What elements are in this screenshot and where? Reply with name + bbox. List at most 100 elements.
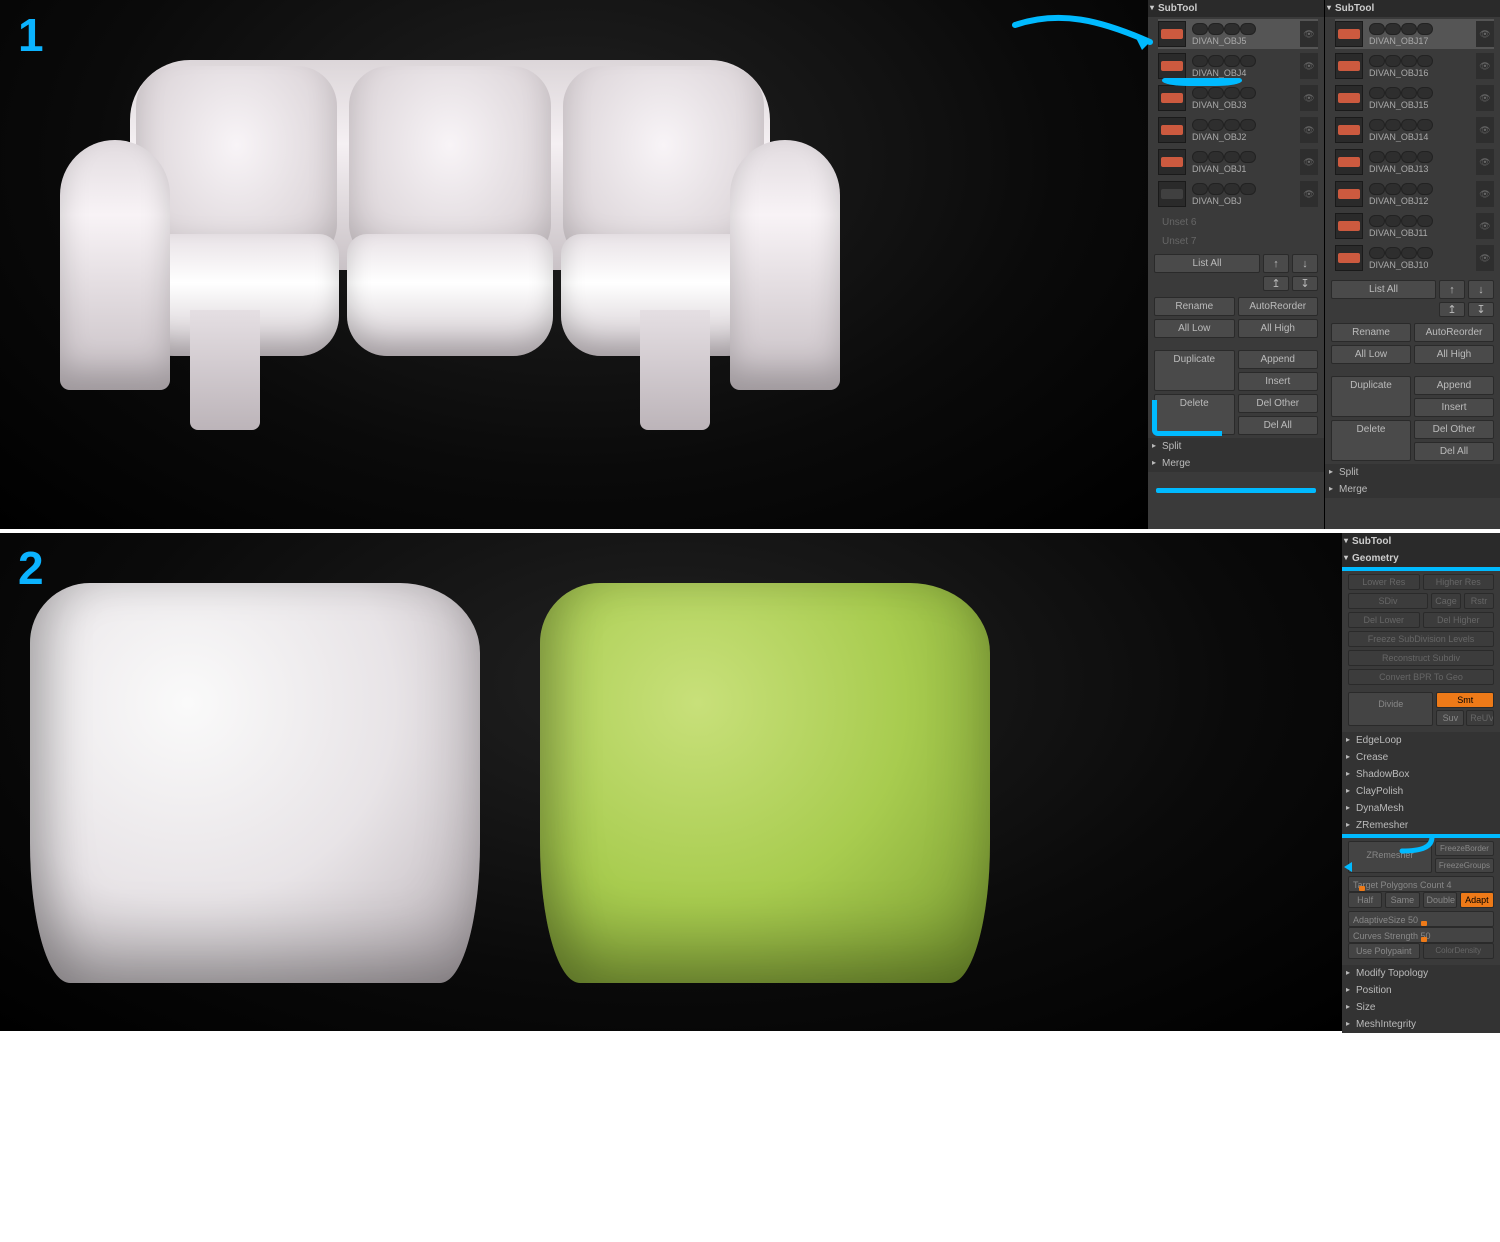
freeze-border-button[interactable]: FreezeBorder <box>1435 841 1494 856</box>
move-down-button-2[interactable]: ↓ <box>1468 280 1494 299</box>
convert-bpr-button[interactable]: Convert BPR To Geo <box>1348 669 1494 685</box>
visibility-toggle-icon[interactable] <box>1476 85 1494 111</box>
subtool-flag-icon[interactable] <box>1385 55 1401 67</box>
sdiv-slider[interactable]: SDiv <box>1348 593 1428 609</box>
rename-button-2[interactable]: Rename <box>1331 323 1411 342</box>
subtool-flag-icon[interactable] <box>1385 247 1401 259</box>
subtool-flag-icon[interactable] <box>1401 23 1417 35</box>
half-button[interactable]: Half <box>1348 892 1382 908</box>
same-button[interactable]: Same <box>1385 892 1419 908</box>
subtool-flag-icon[interactable] <box>1417 151 1433 163</box>
visibility-toggle-icon[interactable] <box>1300 149 1318 175</box>
del-all-button[interactable]: Del All <box>1238 416 1319 435</box>
subtool-flag-icon[interactable] <box>1192 23 1208 35</box>
del-higher-button[interactable]: Del Higher <box>1423 612 1495 628</box>
duplicate-button[interactable]: Duplicate <box>1154 350 1235 391</box>
subtool-flag-icon[interactable] <box>1385 215 1401 227</box>
subtool-flag-icon[interactable] <box>1401 247 1417 259</box>
del-other-button[interactable]: Del Other <box>1238 394 1319 413</box>
subtool-flag-icon[interactable] <box>1208 23 1224 35</box>
use-polypaint-button[interactable]: Use Polypaint <box>1348 943 1420 959</box>
subtool-flag-icon[interactable] <box>1417 183 1433 195</box>
visibility-toggle-icon[interactable] <box>1300 53 1318 79</box>
subtool-flag-icon[interactable] <box>1401 55 1417 67</box>
subtool-flag-icon[interactable] <box>1401 87 1417 99</box>
subtool-flag-icon[interactable] <box>1192 183 1208 195</box>
freeze-groups-button[interactable]: FreezeGroups <box>1435 858 1494 873</box>
curves-strength-slider[interactable]: Curves Strength 50 <box>1348 927 1494 943</box>
divide-button[interactable]: Divide <box>1348 692 1433 726</box>
subtool-flag-icon[interactable] <box>1208 151 1224 163</box>
split-section[interactable]: Split <box>1148 438 1324 455</box>
visibility-toggle-icon[interactable] <box>1300 85 1318 111</box>
merge-section[interactable]: Merge <box>1148 455 1324 472</box>
claypolish-section[interactable]: ClayPolish <box>1342 783 1500 800</box>
double-button[interactable]: Double <box>1423 892 1457 908</box>
subtool-flag-icon[interactable] <box>1417 247 1433 259</box>
subtool-flag-icon[interactable] <box>1417 87 1433 99</box>
subtool-flag-icon[interactable] <box>1208 183 1224 195</box>
subtool-list-2[interactable]: DIVAN_OBJ17DIVAN_OBJ16DIVAN_OBJ15DIVAN_O… <box>1325 17 1500 277</box>
subtool-flag-icon[interactable] <box>1240 87 1256 99</box>
move-down-button[interactable]: ↓ <box>1292 254 1318 273</box>
color-density-button[interactable]: ColorDensity <box>1423 943 1495 959</box>
move-down-all-button-2[interactable]: ↧ <box>1468 302 1494 317</box>
del-other-button-2[interactable]: Del Other <box>1414 420 1494 439</box>
crease-section[interactable]: Crease <box>1342 749 1500 766</box>
subtool-flag-icon[interactable] <box>1369 183 1385 195</box>
subtool-flag-icon[interactable] <box>1401 151 1417 163</box>
subtool-flag-icon[interactable] <box>1208 87 1224 99</box>
subtool-flag-icon[interactable] <box>1385 23 1401 35</box>
subtool-flag-icon[interactable] <box>1224 119 1240 131</box>
zremesher-section[interactable]: ZRemesher <box>1342 817 1500 838</box>
split-section-2[interactable]: Split <box>1325 464 1500 481</box>
modify-topology-section[interactable]: Modify Topology <box>1342 965 1500 982</box>
duplicate-button-2[interactable]: Duplicate <box>1331 376 1411 417</box>
subtool-item[interactable]: DIVAN_OBJ <box>1158 179 1318 209</box>
suv-button[interactable]: Suv <box>1436 710 1464 726</box>
visibility-toggle-icon[interactable] <box>1300 117 1318 143</box>
move-up-all-button-2[interactable]: ↥ <box>1439 302 1465 317</box>
smt-button[interactable]: Smt <box>1436 692 1494 708</box>
delete-button-2[interactable]: Delete <box>1331 420 1411 461</box>
geometry-header[interactable]: Geometry <box>1342 550 1500 571</box>
subtool-flag-icon[interactable] <box>1369 87 1385 99</box>
cage-button[interactable]: Cage <box>1431 593 1461 609</box>
move-up-button-2[interactable]: ↑ <box>1439 280 1465 299</box>
del-all-button-2[interactable]: Del All <box>1414 442 1494 461</box>
autoreorder-button[interactable]: AutoReorder <box>1238 297 1319 316</box>
subtool-item[interactable]: DIVAN_OBJ14 <box>1335 115 1494 145</box>
subtool-flag-icon[interactable] <box>1192 55 1208 67</box>
visibility-toggle-icon[interactable] <box>1476 21 1494 47</box>
viewport-2[interactable] <box>0 533 1342 1031</box>
lower-res-button[interactable]: Lower Res <box>1348 574 1420 590</box>
append-button[interactable]: Append <box>1238 350 1319 369</box>
subtool-flag-icon[interactable] <box>1208 55 1224 67</box>
subtool-item[interactable]: DIVAN_OBJ5 <box>1158 19 1318 49</box>
subtool-flag-icon[interactable] <box>1401 183 1417 195</box>
subtool-flag-icon[interactable] <box>1417 23 1433 35</box>
subtool-flag-icon[interactable] <box>1192 151 1208 163</box>
subtool-item[interactable]: DIVAN_OBJ1 <box>1158 147 1318 177</box>
subtool-flag-icon[interactable] <box>1385 183 1401 195</box>
subtool-flag-icon[interactable] <box>1369 23 1385 35</box>
subtool-flag-icon[interactable] <box>1369 151 1385 163</box>
subtool-flag-icon[interactable] <box>1240 23 1256 35</box>
visibility-toggle-icon[interactable] <box>1476 245 1494 271</box>
autoreorder-button-2[interactable]: AutoReorder <box>1414 323 1494 342</box>
size-section[interactable]: Size <box>1342 999 1500 1016</box>
subtool-flag-icon[interactable] <box>1385 87 1401 99</box>
append-button-2[interactable]: Append <box>1414 376 1494 395</box>
target-poly-slider[interactable]: Target Polygons Count 4 <box>1348 876 1494 892</box>
mesh-integrity-section[interactable]: MeshIntegrity <box>1342 1016 1500 1033</box>
insert-button-2[interactable]: Insert <box>1414 398 1494 417</box>
subtool-flag-icon[interactable] <box>1224 151 1240 163</box>
move-up-all-button[interactable]: ↥ <box>1263 276 1289 291</box>
subtool-item[interactable]: DIVAN_OBJ11 <box>1335 211 1494 241</box>
subtool-item[interactable]: DIVAN_OBJ15 <box>1335 83 1494 113</box>
visibility-toggle-icon[interactable] <box>1476 213 1494 239</box>
position-section[interactable]: Position <box>1342 982 1500 999</box>
subtool-header-3[interactable]: SubTool <box>1342 533 1500 550</box>
dynamesh-section[interactable]: DynaMesh <box>1342 800 1500 817</box>
move-down-all-button[interactable]: ↧ <box>1292 276 1318 291</box>
